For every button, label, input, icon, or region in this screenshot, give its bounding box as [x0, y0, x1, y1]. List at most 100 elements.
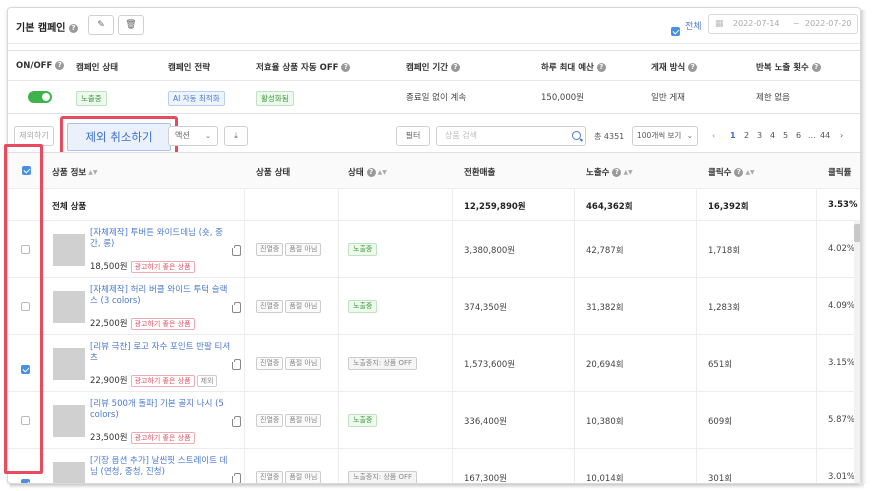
cart-icon[interactable]	[232, 472, 241, 483]
scrollbar-thumb[interactable]	[854, 224, 860, 242]
table-row[interactable]: [리뷰 극찬] 로고 자수 포인트 반팔 티셔츠 22,900원 광고하기 좋은 상…	[8, 335, 860, 392]
cart-icon[interactable]	[232, 301, 241, 313]
help-icon[interactable]: ?	[341, 63, 351, 72]
product-state-tag: 진열중	[256, 242, 284, 256]
page-2[interactable]: 2	[744, 131, 749, 140]
cart-icon[interactable]	[232, 415, 241, 427]
col-revenue[interactable]: 전환매출	[464, 166, 495, 178]
col-status[interactable]: 상태 ? ▲▼	[348, 166, 387, 178]
page-5[interactable]: 5	[783, 131, 788, 140]
row-revenue: 167,300원	[464, 473, 507, 484]
help-icon[interactable]: ?	[612, 168, 622, 177]
table-row[interactable]: [자체제작] 투버튼 와이드데님 (숏, 중간, 롱) 18,500원 광고하기 좋…	[8, 221, 860, 278]
product-search[interactable]: 상품 검색	[436, 126, 586, 146]
product-name-link[interactable]: [리뷰 500개 돌파] 기본 골지 나시 (5 colors)	[90, 399, 232, 421]
row-clicks: 1,718회	[708, 245, 741, 256]
frame-shadow-bottom	[10, 484, 864, 489]
page-ellipsis: ...	[808, 131, 816, 140]
table-row[interactable]: [기장 옵션 추가] 날씬핏 스트레이트 데님 (연청, 중청, 진청)14,7…	[8, 449, 860, 484]
cart-icon[interactable]	[232, 358, 241, 370]
product-thumbnail[interactable]	[53, 290, 85, 323]
exclude-button[interactable]: 제외하기	[14, 126, 54, 146]
sort-icon[interactable]: ▲▼	[745, 169, 754, 176]
product-state: 진열중 품절 아님	[256, 413, 323, 427]
help-icon[interactable]: ?	[811, 63, 821, 72]
campaign-panel: 기본 캠페인 ? ✎ 🗑 전체 ▦ 2022-07-14 ~ 2022-07-2…	[7, 7, 861, 484]
row-ctr: 4.02%	[828, 243, 856, 254]
product-status: 노출중지: 상품 OFF	[348, 470, 418, 483]
download-icon: ⤓	[234, 131, 238, 140]
cancel-exclude-button[interactable]: 제외 취소하기	[67, 123, 171, 151]
all-period-label: 전체	[685, 22, 702, 32]
product-name-link[interactable]: [자체제작] 투버튼 와이드데님 (숏, 중간, 롱)	[90, 228, 232, 250]
col-product-info[interactable]: 상품 정보 ▲▼	[52, 166, 97, 178]
help-icon[interactable]: ?	[596, 63, 606, 72]
product-thumbnail[interactable]	[53, 461, 85, 483]
page-1[interactable]: 1	[730, 131, 736, 140]
date-range-picker[interactable]: ▦ 2022-07-14 ~ 2022-07-20	[708, 14, 858, 34]
date-from: 2022-07-14	[733, 19, 780, 28]
row-ctr: 5.87%	[828, 414, 856, 425]
sort-icon[interactable]: ▲▼	[623, 169, 632, 176]
table-row[interactable]: [자체제작] 허리 버클 와이드 투턱 슬랙스 (3 colors) 22,500…	[8, 278, 860, 335]
help-icon[interactable]: ?	[688, 63, 698, 72]
help-icon[interactable]: ?	[451, 63, 461, 72]
action-dropdown[interactable]: 액션 ⌄	[168, 126, 218, 146]
page-6[interactable]: 6	[796, 131, 801, 140]
sort-icon[interactable]: ▲▼	[88, 169, 97, 176]
product-price: 22,500원 광고하기 좋은 상품	[90, 317, 195, 330]
product-state-tag: 진열중	[256, 356, 284, 370]
table-header: 상품 정보 ▲▼ 상품 상태 상태 ? ▲▼ 전환매출 노출수 ? ▲▼ 클릭수 ? ▲…	[8, 153, 860, 189]
campaign-onoff-toggle[interactable]	[28, 91, 52, 103]
page-3[interactable]: 3	[757, 131, 762, 140]
campaign-strategy-badge: AI 자동 최적화	[168, 91, 225, 106]
prev-page[interactable]: ‹	[712, 131, 715, 140]
col-campaign-period: 캠페인 기간 ?	[406, 61, 461, 73]
total-ctr: 3.53%	[828, 200, 858, 210]
frame-shadow-right	[861, 10, 867, 484]
help-icon[interactable]: ?	[68, 23, 78, 33]
product-state-tag: 진열중	[256, 470, 284, 483]
calendar-icon: ▦	[715, 19, 724, 29]
search-icon[interactable]	[572, 131, 581, 140]
filter-button[interactable]: 필터	[396, 126, 430, 146]
col-clicks[interactable]: 클릭수 ? ▲▼	[708, 166, 755, 178]
product-status: 노출중	[348, 299, 378, 313]
product-thumbnail[interactable]	[53, 233, 85, 266]
status-badge: 노출중지: 상품 OFF	[348, 356, 418, 370]
row-clicks: 651회	[708, 359, 733, 370]
table-row[interactable]: [리뷰 500개 돌파] 기본 골지 나시 (5 colors) 23,500원 광…	[8, 392, 860, 449]
help-icon[interactable]: ?	[734, 168, 744, 177]
campaign-title: 기본 캠페인 ?	[16, 19, 78, 34]
next-page[interactable]: ›	[840, 131, 843, 140]
product-name-link[interactable]: [기장 옵션 추가] 날씬핏 스트레이트 데님 (연청, 중청, 진청)	[90, 456, 232, 478]
table-scrollbar[interactable]	[854, 220, 860, 483]
row-ctr: 3.01%	[828, 471, 856, 482]
row-ctr: 4.09%	[828, 300, 856, 311]
per-page-select[interactable]: 100개씩 보기 ⌄	[632, 126, 698, 146]
all-period-checkbox[interactable]	[671, 27, 680, 36]
product-thumbnail[interactable]	[53, 347, 85, 380]
page-4[interactable]: 4	[770, 131, 775, 140]
row-clicks: 1,283회	[708, 302, 741, 313]
row-ctr: 3.15%	[828, 357, 856, 368]
edit-button[interactable]: ✎	[88, 15, 114, 35]
product-thumbnail[interactable]	[53, 404, 85, 437]
row-revenue: 3,380,800원	[464, 245, 516, 256]
search-input[interactable]: 상품 검색	[445, 131, 477, 140]
product-name-link[interactable]: [리뷰 극찬] 로고 자수 포인트 반팔 티셔츠	[90, 342, 232, 364]
download-button[interactable]: ⤓	[224, 126, 248, 146]
delete-button[interactable]: 🗑	[118, 15, 144, 35]
status-badge: 노출중	[348, 299, 378, 313]
col-ctr[interactable]: 클릭률	[828, 166, 851, 178]
col-impressions[interactable]: 노출수 ? ▲▼	[586, 166, 633, 178]
product-name-link[interactable]: [자체제작] 허리 버클 와이드 투턱 슬랙스 (3 colors)	[90, 285, 232, 307]
help-icon[interactable]: ?	[366, 168, 376, 177]
recommend-badge: 광고하기 좋은 상품	[130, 261, 195, 273]
recommend-badge: 광고하기 좋은 상품	[130, 432, 195, 444]
help-icon[interactable]: ?	[55, 61, 65, 70]
trash-icon: 🗑	[125, 20, 137, 30]
page-44[interactable]: 44	[820, 131, 830, 140]
cart-icon[interactable]	[232, 244, 241, 256]
sort-icon[interactable]: ▲▼	[378, 169, 387, 176]
